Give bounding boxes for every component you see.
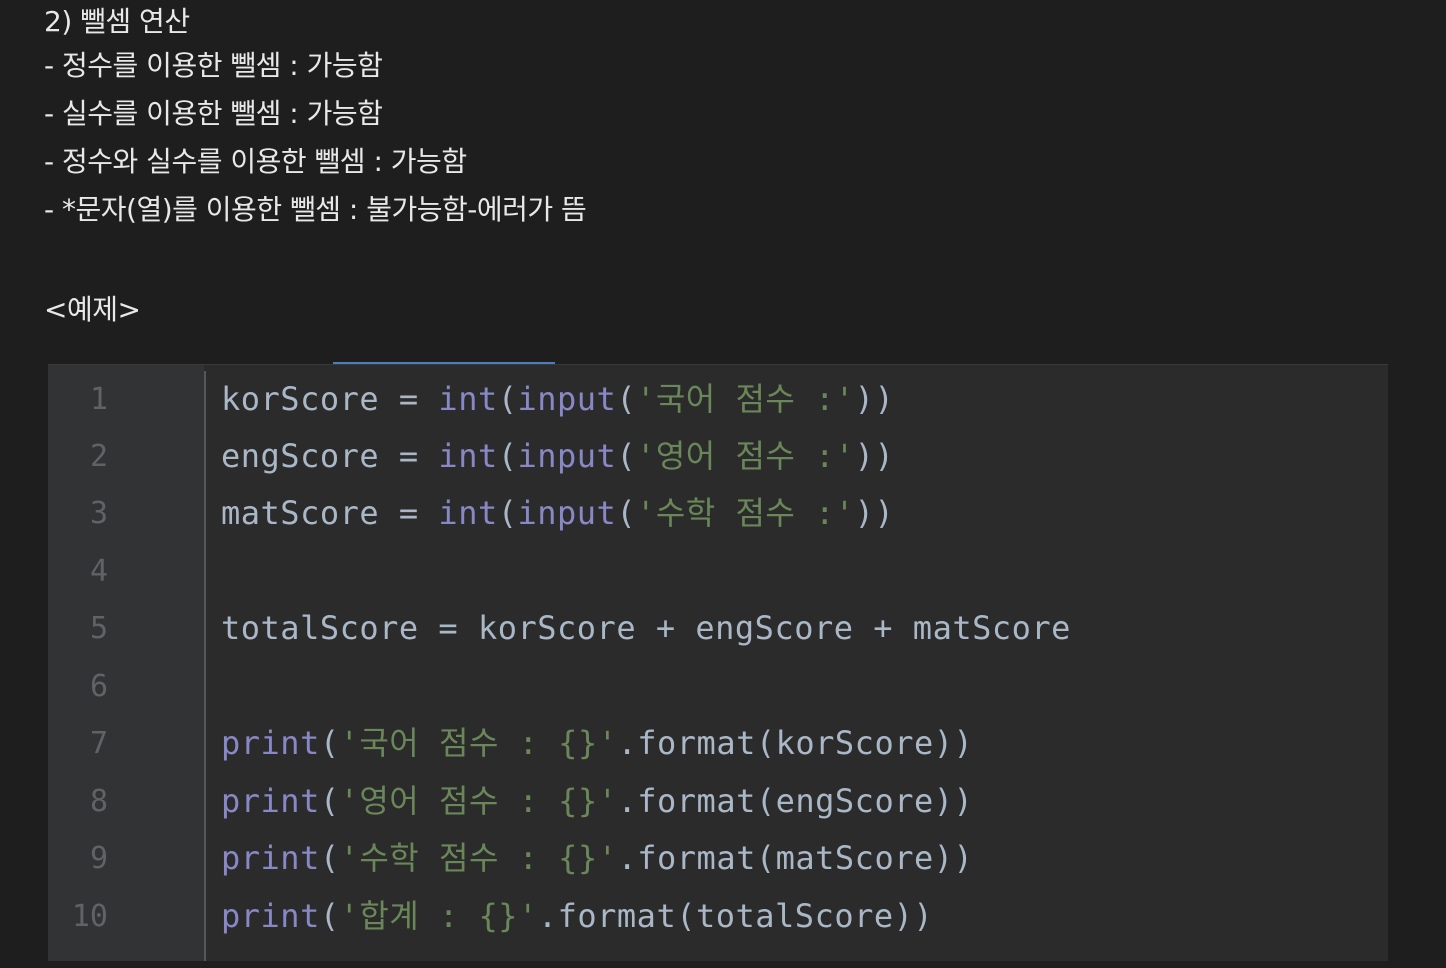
string-token: '수학 점수 :' — [636, 494, 855, 532]
code-line[interactable]: 7 print('국어 점수 : {}'.format(korScore)) — [48, 715, 1388, 772]
builtin-token: int — [438, 437, 498, 475]
line-number: 6 — [89, 669, 108, 704]
note-line: - 정수와 실수를 이용한 뺄셈 : 가능함 — [44, 145, 467, 178]
example-label: <예제> — [44, 293, 141, 326]
line-number: 5 — [89, 611, 108, 646]
note-line: - 실수를 이용한 뺄셈 : 가능함 — [44, 97, 383, 130]
code-token: ( — [319, 782, 340, 820]
code-line[interactable]: 4 — [48, 543, 1388, 600]
code-line[interactable]: 3 matScore = int(input('수학 점수 :')) — [48, 485, 1388, 542]
code-token: .format(matScore)) — [617, 839, 974, 877]
code-token: ( — [497, 437, 518, 475]
code-line[interactable]: 8 print('영어 점수 : {}'.format(engScore)) — [48, 773, 1388, 830]
code-line[interactable]: 6 — [48, 658, 1388, 715]
line-number: 1 — [89, 382, 108, 417]
builtin-token: input — [517, 437, 617, 475]
code-text[interactable]: print('합계 : {}'.format(totalScore)) — [221, 888, 933, 945]
code-token: )) — [854, 380, 895, 418]
code-text[interactable]: korScore = int(input('국어 점수 :')) — [221, 371, 894, 428]
code-token: )) — [854, 437, 895, 475]
builtin-token: int — [438, 380, 498, 418]
code-line[interactable]: 5 totalScore = korScore + engScore + mat… — [48, 600, 1388, 657]
code-text[interactable]: totalScore = korScore + engScore + matSc… — [221, 600, 1071, 657]
code-token: ( — [616, 380, 637, 418]
code-editor[interactable]: 1 korScore = int(input('국어 점수 :')) 2 eng… — [48, 364, 1388, 961]
string-token: '영어 점수 :' — [636, 437, 855, 475]
code-text[interactable]: matScore = int(input('수학 점수 :')) — [221, 485, 894, 542]
code-line[interactable]: 10 print('합계 : {}'.format(totalScore)) — [48, 888, 1388, 945]
line-number: 3 — [89, 496, 108, 531]
code-token: .format(korScore)) — [617, 724, 974, 762]
code-line[interactable]: 1 korScore = int(input('국어 점수 :')) — [48, 371, 1388, 428]
string-token: '국어 점수 :' — [636, 380, 855, 418]
line-number: 4 — [89, 554, 108, 589]
builtin-token: print — [221, 782, 320, 820]
code-line[interactable]: 2 engScore = int(input('영어 점수 :')) — [48, 428, 1388, 485]
code-token: .format(totalScore)) — [537, 897, 934, 935]
builtin-token: input — [517, 380, 617, 418]
code-token: matScore = — [221, 494, 439, 532]
line-number: 2 — [89, 439, 108, 474]
line-number: 10 — [71, 899, 108, 934]
line-number: 8 — [89, 784, 108, 819]
builtin-token: print — [221, 839, 320, 877]
string-token: '수학 점수 : {}' — [339, 839, 618, 877]
code-token: .format(engScore)) — [617, 782, 974, 820]
code-line[interactable]: 9 print('수학 점수 : {}'.format(matScore)) — [48, 830, 1388, 887]
builtin-token: print — [221, 724, 320, 762]
string-token: '국어 점수 : {}' — [339, 724, 618, 762]
line-number: 7 — [89, 726, 108, 761]
string-token: '영어 점수 : {}' — [339, 782, 618, 820]
section-heading: 2) 뺄셈 연산 — [44, 5, 190, 38]
builtin-token: input — [517, 494, 617, 532]
code-token: engScore = — [221, 437, 439, 475]
code-text[interactable]: print('수학 점수 : {}'.format(matScore)) — [221, 830, 973, 887]
string-token: '합계 : {}' — [339, 897, 538, 935]
notes-section: 2) 뺄셈 연산 - 정수를 이용한 뺄셈 : 가능함 - 실수를 이용한 뺄셈… — [44, 0, 1404, 236]
code-text[interactable]: print('영어 점수 : {}'.format(engScore)) — [221, 773, 973, 830]
code-text[interactable]: print('국어 점수 : {}'.format(korScore)) — [221, 715, 973, 772]
note-line: - 정수를 이용한 뺄셈 : 가능함 — [44, 49, 383, 82]
builtin-token: print — [221, 897, 320, 935]
code-token: ( — [497, 494, 518, 532]
builtin-token: int — [438, 494, 498, 532]
code-token: ( — [497, 380, 518, 418]
code-token: )) — [854, 494, 895, 532]
note-line: - *문자(열)를 이용한 뺄셈 : 불가능함-에러가 뜸 — [44, 193, 587, 226]
code-token: ( — [616, 437, 637, 475]
code-token: ( — [319, 724, 340, 762]
code-token: ( — [616, 494, 637, 532]
code-token: ( — [319, 839, 340, 877]
code-text[interactable]: engScore = int(input('영어 점수 :')) — [221, 428, 894, 485]
line-number: 9 — [89, 841, 108, 876]
code-token: korScore = — [221, 380, 439, 418]
code-token: ( — [319, 897, 340, 935]
